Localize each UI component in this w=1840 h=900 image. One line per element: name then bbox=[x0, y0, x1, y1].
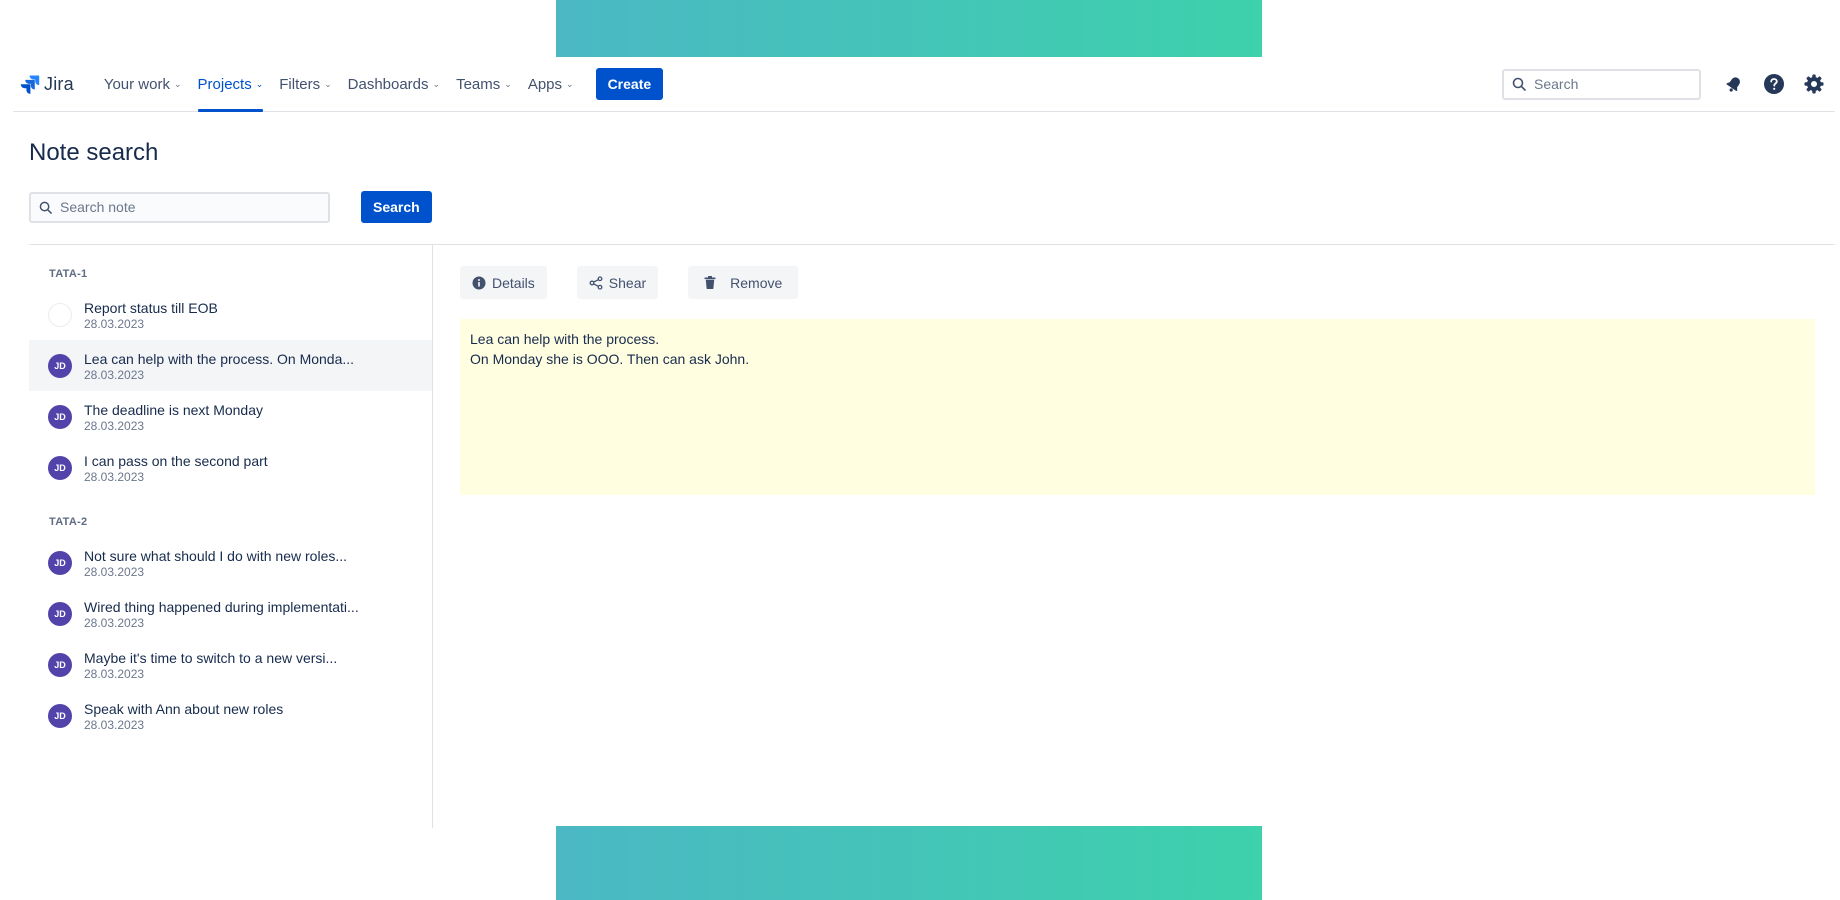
avatar: JD bbox=[48, 404, 72, 429]
top-banner bbox=[556, 0, 1262, 57]
nav-dashboards[interactable]: Dashboards ⌄ bbox=[340, 57, 448, 112]
remove-button[interactable]: Remove bbox=[688, 266, 799, 299]
search-icon bbox=[39, 201, 52, 214]
nav-filters-label: Filters bbox=[279, 75, 321, 93]
nav-projects-label: Projects bbox=[197, 75, 252, 93]
avatar: JD bbox=[48, 550, 72, 575]
avatar: JD bbox=[48, 455, 72, 480]
nav-projects[interactable]: Projects ⌄ bbox=[190, 57, 272, 112]
note-date: 28.03.2023 bbox=[84, 316, 145, 331]
note-date: 28.03.2023 bbox=[84, 666, 145, 681]
nav-apps-label: Apps bbox=[527, 75, 563, 93]
note-search-bar: Search bbox=[29, 191, 432, 223]
search-button[interactable]: Search bbox=[361, 191, 432, 223]
logo-text: Jira bbox=[44, 73, 74, 94]
page-title: Note search bbox=[29, 139, 159, 166]
share-button[interactable]: Shear bbox=[576, 266, 659, 299]
details-button[interactable]: Details bbox=[460, 266, 547, 299]
note-content-line: On Monday she is OOO. Then can ask John. bbox=[470, 351, 750, 367]
note-title: Lea can help with the process. On Monda.… bbox=[84, 350, 355, 367]
chevron-down-icon: ⌄ bbox=[432, 78, 441, 89]
trash-icon bbox=[704, 276, 716, 289]
global-search-input[interactable] bbox=[1534, 76, 1684, 92]
chevron-down-icon: ⌄ bbox=[566, 78, 574, 89]
help-icon bbox=[1764, 74, 1784, 94]
chevron-down-icon: ⌄ bbox=[173, 78, 182, 89]
notifications-icon bbox=[1726, 77, 1740, 92]
avatar bbox=[48, 302, 72, 327]
notes-sidebar: TATA-1 Report status till EOB 28.03.2023… bbox=[29, 245, 432, 741]
chevron-down-icon: ⌄ bbox=[504, 78, 512, 89]
note-date: 28.03.2023 bbox=[84, 717, 145, 732]
info-icon bbox=[472, 276, 486, 289]
nav-your-work[interactable]: Your work ⌄ bbox=[96, 57, 190, 112]
share-icon bbox=[589, 275, 603, 290]
note-list-item-selected[interactable]: JD Lea can help with the process. On Mon… bbox=[29, 340, 432, 391]
note-title: Report status till EOB bbox=[84, 299, 218, 316]
note-date: 28.03.2023 bbox=[84, 418, 145, 433]
note-list-item[interactable]: JD Wired thing happened during implement… bbox=[29, 588, 432, 639]
avatar: JD bbox=[48, 652, 72, 677]
settings-button[interactable] bbox=[1799, 69, 1829, 99]
avatar: JD bbox=[48, 703, 72, 728]
note-date: 28.03.2023 bbox=[84, 367, 145, 382]
nav-dashboards-label: Dashboards bbox=[347, 75, 429, 93]
note-title: Maybe it's time to switch to a new versi… bbox=[84, 649, 338, 666]
note-list-item[interactable]: JD The deadline is next Monday 28.03.202… bbox=[29, 391, 432, 442]
note-list: JD Not sure what should I do with new ro… bbox=[29, 537, 432, 741]
note-content[interactable]: Lea can help with the process. On Monday… bbox=[460, 319, 1815, 495]
details-label: Details bbox=[492, 274, 535, 291]
chevron-down-icon: ⌄ bbox=[255, 78, 264, 89]
nav-your-work-label: Your work bbox=[103, 75, 170, 93]
note-title: Speak with Ann about new roles bbox=[84, 700, 284, 717]
avatar: JD bbox=[48, 601, 72, 626]
note-list: Report status till EOB 28.03.2023 JD Lea… bbox=[29, 289, 432, 493]
help-button[interactable] bbox=[1759, 69, 1789, 99]
avatar: JD bbox=[48, 353, 72, 378]
note-date: 28.03.2023 bbox=[84, 615, 145, 630]
group-label: TATA-2 bbox=[49, 516, 88, 528]
create-button[interactable]: Create bbox=[595, 68, 664, 100]
share-label: Shear bbox=[608, 274, 647, 291]
nav-filters[interactable]: Filters ⌄ bbox=[271, 57, 339, 112]
note-search-input[interactable] bbox=[60, 199, 310, 215]
note-title: Not sure what should I do with new roles… bbox=[84, 547, 348, 564]
note-date: 28.03.2023 bbox=[84, 564, 145, 579]
nav-right-actions bbox=[1502, 68, 1829, 100]
search-icon bbox=[1512, 77, 1526, 91]
note-list-item[interactable]: JD Not sure what should I do with new ro… bbox=[29, 537, 432, 588]
note-search-field[interactable] bbox=[29, 191, 330, 223]
note-list-item[interactable]: JD Speak with Ann about new roles 28.03.… bbox=[29, 690, 432, 741]
bottom-banner bbox=[556, 826, 1262, 900]
global-search[interactable] bbox=[1502, 68, 1701, 100]
notifications-button[interactable] bbox=[1719, 69, 1749, 99]
note-content-line: Lea can help with the process. bbox=[470, 331, 660, 347]
note-list-item[interactable]: JD Maybe it's time to switch to a new ve… bbox=[29, 639, 432, 690]
settings-icon bbox=[1804, 74, 1824, 94]
note-list-item[interactable]: Report status till EOB 28.03.2023 bbox=[29, 289, 432, 340]
group-label: TATA-1 bbox=[49, 268, 88, 280]
top-navigation: Jira Your work ⌄ Projects ⌄ Filters ⌄ Da… bbox=[13, 57, 1835, 112]
nav-apps[interactable]: Apps ⌄ bbox=[520, 57, 582, 112]
jira-icon bbox=[20, 75, 40, 94]
panel-divider bbox=[432, 245, 433, 828]
note-title: The deadline is next Monday bbox=[84, 401, 263, 418]
nav-teams[interactable]: Teams ⌄ bbox=[448, 57, 520, 112]
note-date: 28.03.2023 bbox=[84, 469, 145, 484]
note-title: I can pass on the second part bbox=[84, 452, 268, 469]
jira-logo[interactable]: Jira bbox=[20, 74, 74, 95]
note-title: Wired thing happened during implementati… bbox=[84, 598, 359, 615]
note-actions: Details Shear Remove bbox=[460, 266, 799, 299]
remove-label: Remove bbox=[730, 274, 783, 291]
note-list-item[interactable]: JD I can pass on the second part 28.03.2… bbox=[29, 442, 432, 493]
nav-teams-label: Teams bbox=[456, 75, 501, 93]
chevron-down-icon: ⌄ bbox=[324, 78, 332, 89]
